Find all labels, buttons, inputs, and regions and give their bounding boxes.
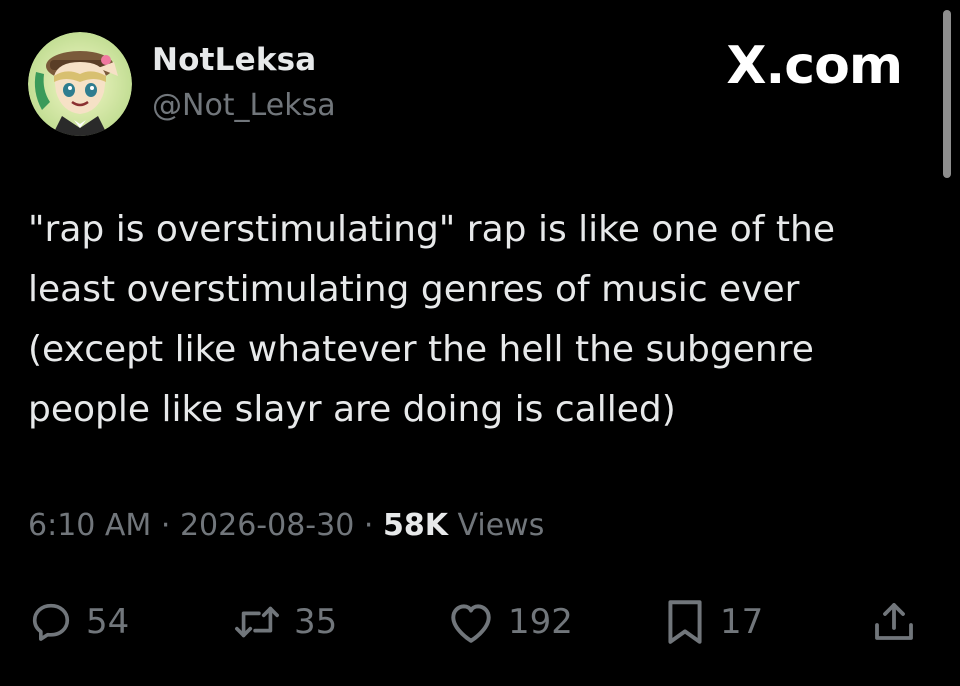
meta-separator: · [160,508,171,543]
repost-icon [235,606,279,638]
heart-icon [451,604,491,643]
bookmark-icon [668,600,702,644]
like-button[interactable]: 192 [446,590,573,654]
share-icon [875,603,913,640]
views-label: Views [457,508,545,543]
share-button[interactable] [870,590,918,654]
bookmark-button[interactable]: 17 [662,590,763,654]
views-count: 58K [382,508,448,543]
tweet-text: "rap is overstimulating" rap is like one… [28,200,908,440]
repost-button[interactable]: 35 [232,590,337,654]
tweet-text-line: people like slayr are doing is called) [28,389,676,430]
scrollbar[interactable] [943,10,951,178]
author-handle[interactable]: @Not_Leksa [152,88,336,123]
reply-button[interactable]: 54 [28,590,129,654]
repost-count: 35 [294,602,338,642]
reply-icon [32,603,70,641]
bookmark-count: 17 [720,602,764,642]
site-logo: X.com [726,36,903,96]
avatar[interactable] [28,32,132,136]
reply-count: 54 [86,602,130,642]
tweet-metadata: 6:10 AM · 2026-08-30 · 58K Views [28,508,544,543]
action-bar: 54 35 192 17 [28,590,928,654]
tweet-time[interactable]: 6:10 AM [28,508,151,543]
tweet-text-line: "rap is overstimulating" rap is like one… [28,209,835,250]
tweet-card: NotLeksa @Not_Leksa X.com "rap is overst… [0,0,960,686]
tweet-text-line: (except like whatever the hell the subge… [28,329,814,370]
tweet-text-line: least overstimulating genres of music ev… [28,269,800,310]
tweet-date[interactable]: 2026-08-30 [180,508,354,543]
like-count: 192 [508,602,573,642]
avatar-icon [28,32,132,136]
author-display-name[interactable]: NotLeksa [152,42,316,78]
meta-separator: · [363,508,374,543]
